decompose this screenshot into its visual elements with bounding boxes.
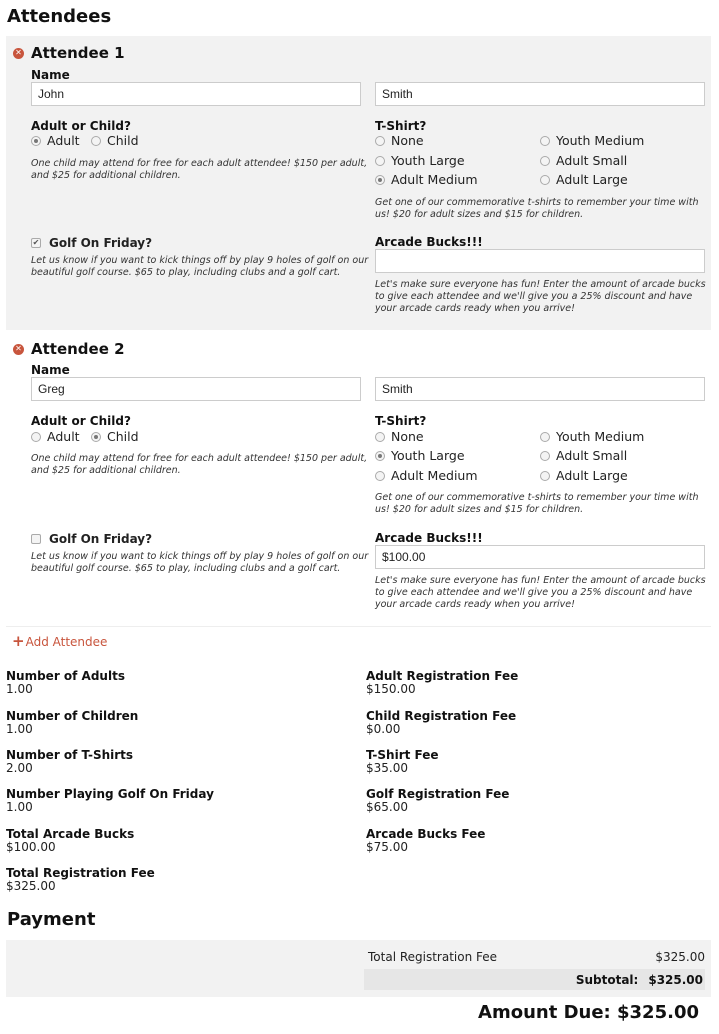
tshirt-youth-large[interactable]: Youth Large: [375, 448, 465, 463]
summary-item: Number of Children 1.00: [6, 709, 139, 736]
remove-attendee-icon[interactable]: ✕: [13, 343, 24, 355]
first-name-input[interactable]: [31, 82, 361, 106]
tshirt-label: T-Shirt?: [375, 414, 427, 428]
divider: [6, 626, 711, 627]
summary-item: Child Registration Fee $0.00: [366, 709, 517, 736]
payment-summary: Total Registration Fee $325.00 Subtotal:…: [6, 940, 711, 997]
radio-button[interactable]: [91, 135, 101, 146]
tshirt-adult-large[interactable]: Adult Large: [540, 172, 628, 187]
radio-button[interactable]: [540, 135, 550, 146]
attendee-header: ✕ Attendee 2: [13, 340, 125, 358]
name-label: Name: [31, 68, 70, 82]
radio-button[interactable]: [540, 431, 550, 442]
tshirt-label: T-Shirt?: [375, 119, 427, 133]
radio-button[interactable]: [540, 450, 550, 461]
adult-child-label: Adult or Child?: [31, 414, 131, 428]
attendee-card-2: ✕ Attendee 2 Name Adult or Child? Adult …: [6, 332, 711, 622]
golf-help: Let us know if you want to kick things o…: [31, 255, 369, 278]
radio-button[interactable]: [375, 450, 385, 461]
subtotal-value: $325.00: [648, 972, 703, 987]
summary-item: Golf Registration Fee $65.00: [366, 787, 510, 814]
tshirt-youth-large[interactable]: Youth Large: [375, 153, 465, 168]
radio-button[interactable]: [540, 174, 550, 185]
radio-adult[interactable]: Adult: [31, 133, 80, 148]
payment-line: Total Registration Fee $325.00: [368, 950, 705, 964]
summary-item: Arcade Bucks Fee $75.00: [366, 827, 486, 854]
tshirt-adult-small[interactable]: Adult Small: [540, 153, 627, 168]
first-name-input[interactable]: [31, 377, 361, 401]
last-name-input[interactable]: [375, 377, 705, 401]
radio-button[interactable]: [375, 470, 385, 481]
tshirt-youth-medium[interactable]: Youth Medium: [540, 429, 644, 444]
adult-child-help: One child may attend for free for each a…: [31, 158, 368, 181]
summary-item: Total Arcade Bucks $100.00: [6, 827, 135, 854]
add-attendee-link[interactable]: + Add Attendee: [12, 634, 107, 649]
summary-item: Adult Registration Fee $150.00: [366, 669, 519, 696]
radio-button[interactable]: [375, 155, 385, 166]
golf-help: Let us know if you want to kick things o…: [31, 551, 369, 574]
tshirt-adult-small[interactable]: Adult Small: [540, 448, 627, 463]
subtotal-row: Subtotal: $325.00: [364, 969, 705, 990]
attendee-header: ✕ Attendee 1: [13, 44, 125, 62]
arcade-label: Arcade Bucks!!!: [375, 531, 483, 545]
last-name-input[interactable]: [375, 82, 705, 106]
payment-line-value: $325.00: [655, 950, 705, 964]
arcade-help: Let's make sure everyone has fun! Enter …: [375, 575, 706, 610]
arcade-label: Arcade Bucks!!!: [375, 235, 483, 249]
arcade-help: Let's make sure everyone has fun! Enter …: [375, 279, 706, 314]
radio-adult[interactable]: Adult: [31, 429, 80, 444]
summary-item: T-Shirt Fee $35.00: [366, 748, 439, 775]
radio-button[interactable]: [375, 174, 385, 185]
tshirt-none[interactable]: None: [375, 429, 424, 444]
tshirt-adult-medium[interactable]: Adult Medium: [375, 468, 478, 483]
arcade-bucks-input[interactable]: [375, 249, 705, 273]
subtotal-label: Subtotal:: [575, 972, 639, 987]
name-label: Name: [31, 363, 70, 377]
golf-checkbox-row[interactable]: ✔ Golf On Friday?: [31, 236, 152, 250]
tshirt-help: Get one of our commemorative t-shirts to…: [375, 492, 699, 515]
adult-child-help: One child may attend for free for each a…: [31, 453, 368, 476]
arcade-bucks-input[interactable]: [375, 545, 705, 569]
attendee-title: Attendee 2: [31, 340, 125, 358]
tshirt-adult-large[interactable]: Adult Large: [540, 468, 628, 483]
radio-button[interactable]: [31, 135, 41, 146]
plus-icon: +: [12, 632, 25, 650]
golf-checkbox[interactable]: [31, 534, 41, 544]
attendee-card-1: ✕ Attendee 1 Name Adult or Child? Adult …: [6, 36, 711, 330]
tshirt-none[interactable]: None: [375, 133, 424, 148]
amount-due: Amount Due: $325.00: [478, 1002, 699, 1023]
radio-button[interactable]: [31, 431, 41, 442]
adult-child-label: Adult or Child?: [31, 119, 131, 133]
golf-checkbox-row[interactable]: Golf On Friday?: [31, 532, 152, 546]
payment-heading: Payment: [7, 909, 96, 930]
tshirt-adult-medium[interactable]: Adult Medium: [375, 172, 478, 187]
golf-checkbox[interactable]: ✔: [31, 238, 41, 248]
radio-button[interactable]: [540, 155, 550, 166]
radio-child[interactable]: Child: [91, 429, 139, 444]
summary-item: Number Playing Golf On Friday 1.00: [6, 787, 214, 814]
radio-button[interactable]: [375, 431, 385, 442]
radio-child[interactable]: Child: [91, 133, 139, 148]
remove-attendee-icon[interactable]: ✕: [13, 47, 24, 59]
attendees-heading: Attendees: [7, 6, 112, 27]
summary-item: Number of T-Shirts 2.00: [6, 748, 134, 775]
payment-line-label: Total Registration Fee: [368, 950, 498, 964]
attendee-title: Attendee 1: [31, 44, 125, 62]
tshirt-help: Get one of our commemorative t-shirts to…: [375, 197, 699, 220]
summary-item: Number of Adults 1.00: [6, 669, 125, 696]
tshirt-youth-medium[interactable]: Youth Medium: [540, 133, 644, 148]
radio-button[interactable]: [375, 135, 385, 146]
summary-item: Total Registration Fee $325.00: [6, 866, 155, 893]
radio-button[interactable]: [540, 470, 550, 481]
radio-button[interactable]: [91, 431, 101, 442]
